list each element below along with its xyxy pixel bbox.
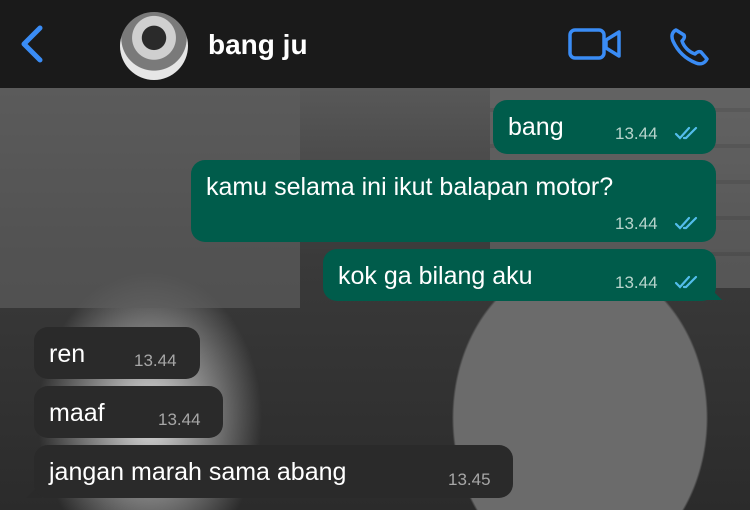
double-check-icon <box>674 216 698 230</box>
message-text: bang <box>508 113 564 141</box>
video-call-icon[interactable] <box>568 26 622 62</box>
chat-header: bang ju <box>0 0 750 88</box>
back-chevron-icon[interactable] <box>14 22 50 66</box>
message-bubble-incoming[interactable]: maaf 13.44 <box>34 386 223 438</box>
double-check-icon <box>674 126 698 140</box>
message-time: 13.45 <box>448 470 491 489</box>
message-time: 13.44 <box>134 351 177 370</box>
message-time: 13.44 <box>615 124 658 143</box>
double-check-icon <box>674 275 698 289</box>
avatar[interactable] <box>120 12 188 80</box>
message-bubble-incoming[interactable]: ren 13.44 <box>34 327 200 379</box>
message-text: kok ga bilang aku <box>338 262 533 290</box>
message-bubble-incoming[interactable]: jangan marah sama abang 13.45 <box>34 445 513 498</box>
phone-call-icon[interactable] <box>668 26 712 66</box>
message-text: ren <box>49 340 86 368</box>
message-bubble-outgoing[interactable]: kamu selama ini ikut balapan motor? 13.4… <box>191 160 716 242</box>
message-text: jangan marah sama abang <box>49 458 347 486</box>
message-time: 13.44 <box>158 410 201 429</box>
message-bubble-outgoing[interactable]: bang 13.44 <box>493 100 716 154</box>
message-text: maaf <box>49 399 105 427</box>
message-time: 13.44 <box>615 214 658 233</box>
message-time: 13.44 <box>615 273 658 292</box>
message-text: kamu selama ini ikut balapan motor? <box>206 173 614 201</box>
contact-name[interactable]: bang ju <box>208 29 308 61</box>
message-bubble-outgoing[interactable]: kok ga bilang aku 13.44 <box>323 249 716 301</box>
